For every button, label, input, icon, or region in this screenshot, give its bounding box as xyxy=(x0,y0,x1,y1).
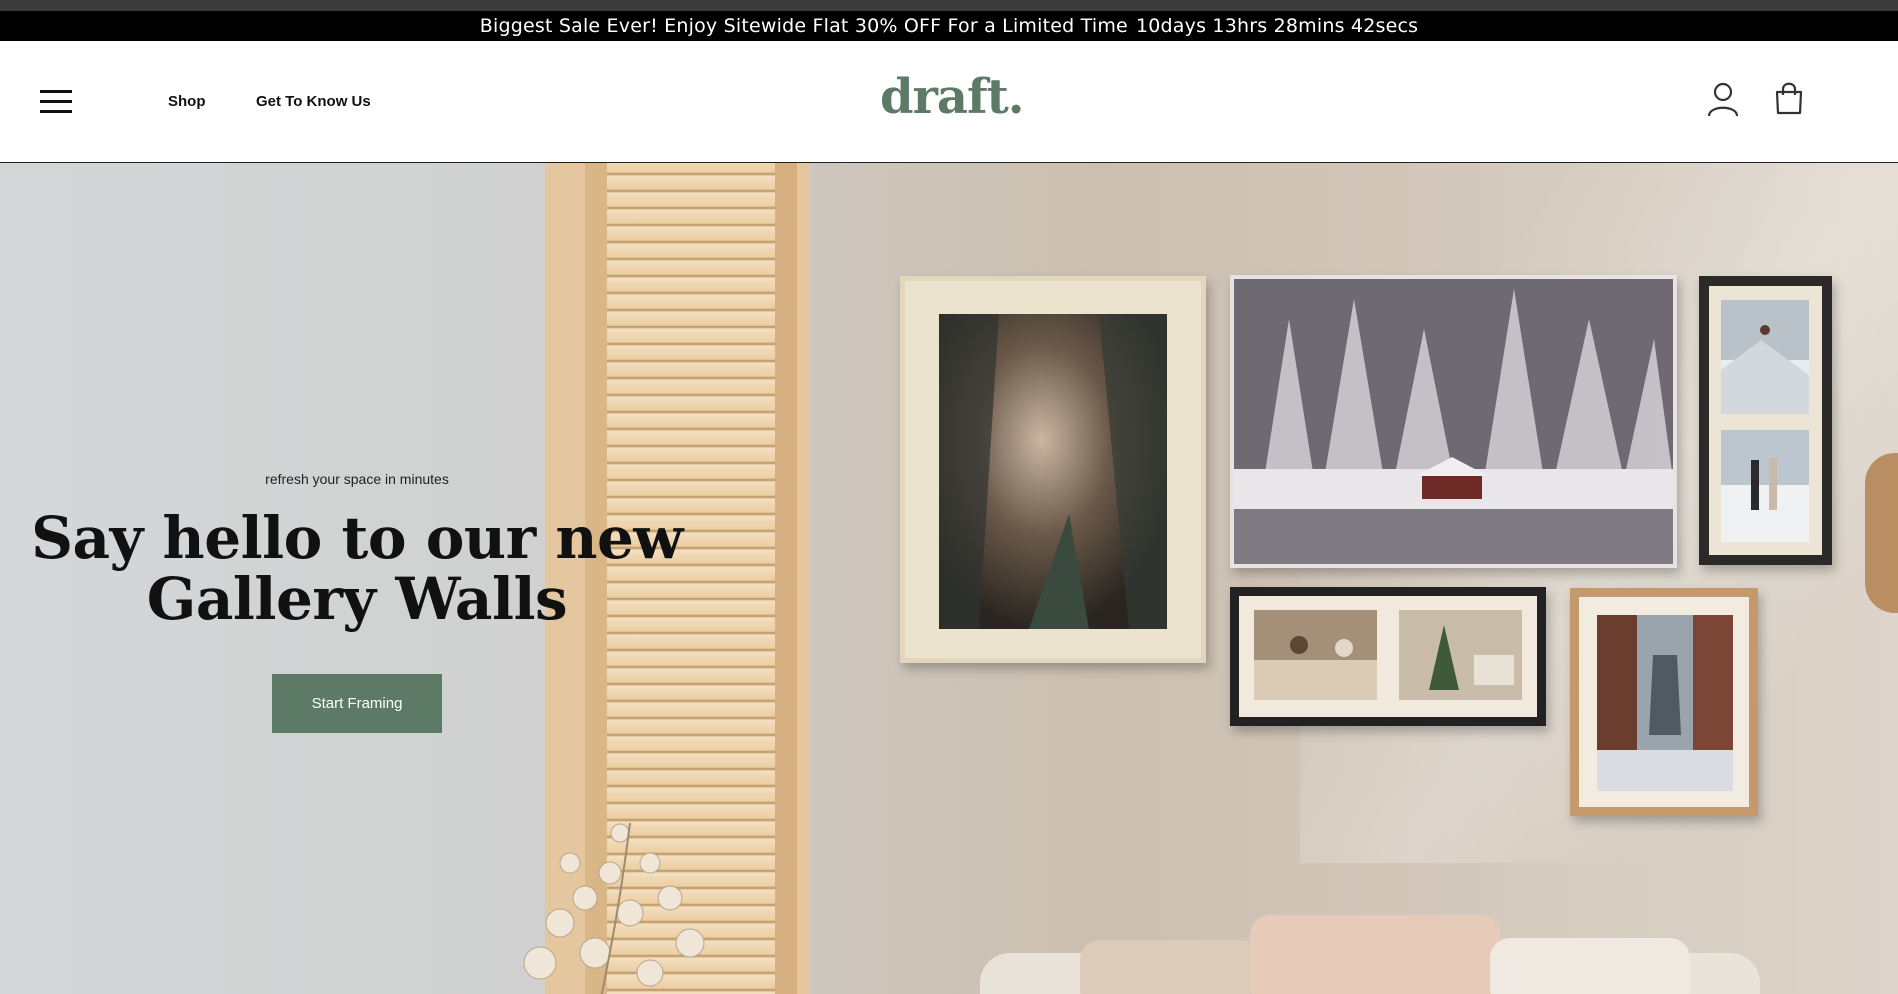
skiing-photo-2 xyxy=(1721,430,1809,542)
dried-plant-image xyxy=(523,822,705,994)
family-dinner-photo xyxy=(1254,610,1377,700)
account-icon[interactable] xyxy=(1706,81,1740,117)
brand-logo[interactable]: draft. xyxy=(880,69,1024,125)
cushion-right xyxy=(1490,938,1690,994)
nav-link-shop[interactable]: Shop xyxy=(168,93,206,110)
city-bridge-photo xyxy=(1597,615,1733,791)
countdown-timer: 10days 13hrs 28mins 42secs xyxy=(1135,15,1419,37)
skiing-photo-1 xyxy=(1721,300,1809,414)
wicker-lamp-image xyxy=(1865,453,1898,613)
hero-headline: Say hello to our new Gallery Walls xyxy=(20,508,694,630)
headline-line-2: Gallery Walls xyxy=(146,565,568,633)
headline-line-1: Say hello to our new xyxy=(31,504,683,572)
top-strip xyxy=(0,0,1898,11)
forest-lights-photo xyxy=(939,314,1167,629)
site-header: Shop Get To Know Us draft. xyxy=(0,41,1898,163)
nav-link-get-to-know-us[interactable]: Get To Know Us xyxy=(256,93,371,110)
menu-icon[interactable] xyxy=(40,90,72,114)
announcement-text: Biggest Sale Ever! Enjoy Sitewide Flat 3… xyxy=(479,15,1128,37)
christmas-tree-photo xyxy=(1399,610,1522,700)
cushion-left xyxy=(1080,940,1260,994)
frame-forest-lights xyxy=(900,276,1206,663)
cushion-pink xyxy=(1250,915,1500,994)
snowy-cabin-photo xyxy=(1234,279,1673,564)
start-framing-button[interactable]: Start Framing xyxy=(272,674,442,733)
frame-skiing xyxy=(1699,276,1832,565)
announcement-bar: Biggest Sale Ever! Enjoy Sitewide Flat 3… xyxy=(0,11,1898,41)
hero-tagline: refresh your space in minutes xyxy=(265,471,449,487)
frame-city-bridge xyxy=(1570,588,1758,816)
cart-icon[interactable] xyxy=(1772,81,1806,117)
frame-holiday-interior xyxy=(1230,587,1546,726)
frame-snowy-cabin xyxy=(1230,275,1677,568)
